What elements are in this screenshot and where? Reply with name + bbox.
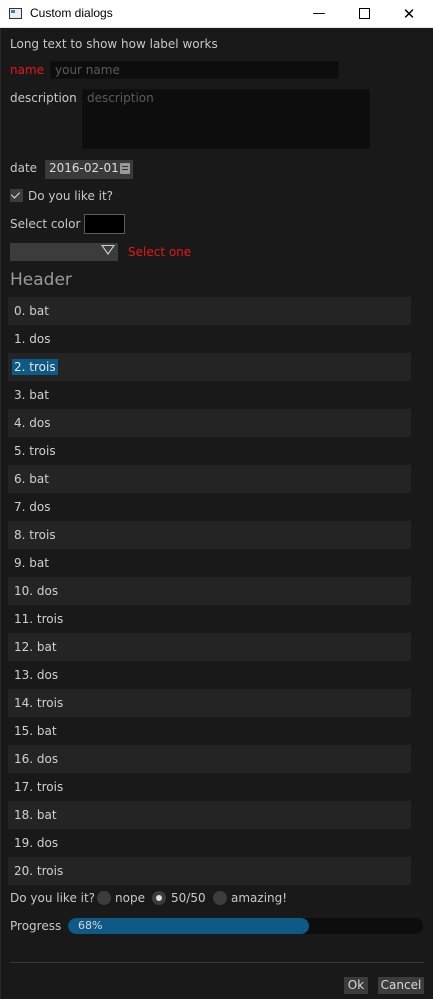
select-combo[interactable] [10,243,118,261]
list-item[interactable]: 11. trois [8,605,411,633]
list-item-label: 17. trois [14,780,64,794]
name-input[interactable] [50,61,339,79]
radio-5050[interactable] [152,891,166,905]
app-window-icon [9,8,22,19]
list-item[interactable]: 14. trois [8,689,411,717]
list-item-label: 1. dos [14,332,51,346]
list-item[interactable]: 6. bat [8,465,411,493]
radio-nope-label[interactable]: nope [115,891,145,905]
list-item-label: 7. dos [14,500,51,514]
list-item-label: 10. dos [14,584,59,598]
radio-amazing[interactable] [213,891,227,905]
progress-fill: 68% [68,918,310,934]
dialog-content: Long text to show how label works name d… [0,29,433,999]
radio-amazing-label[interactable]: amazing! [231,891,287,905]
list-item[interactable]: 3. bat [8,381,411,409]
cancel-button[interactable]: Cancel [378,977,424,994]
list-item[interactable]: 9. bat [8,549,411,577]
date-value: 2016-02-01 [49,161,119,175]
color-swatch[interactable] [84,214,125,234]
description-textarea[interactable] [82,89,370,149]
window-title: Custom dialogs [30,6,113,20]
select-color-label: Select color [10,217,81,231]
chevron-down-icon [101,245,115,255]
list-item[interactable]: 4. dos [8,409,411,437]
divider [10,962,424,963]
date-label: date [10,161,38,175]
list-item-label: 9. bat [14,556,49,570]
list-item[interactable]: 17. trois [8,773,411,801]
maximize-button[interactable] [341,0,387,28]
date-picker[interactable]: 2016-02-01 [45,160,133,179]
list-item-label: 16. dos [14,752,59,766]
list-item[interactable]: 5. trois [8,437,411,465]
list-item-label: 13. dos [14,668,59,682]
list-item-label: 2. trois [12,359,58,375]
progress-text: 68% [78,919,103,932]
list-item-label: 6. bat [14,472,49,486]
radio-nope[interactable] [97,891,111,905]
calendar-icon[interactable] [120,163,130,174]
list-item[interactable]: 13. dos [8,661,411,689]
list-item[interactable]: 0. bat [8,297,411,325]
list-item-label: 3. bat [14,388,49,402]
item-list: 0. bat 1. dos 2. trois 3. bat 4. dos 5. trois… [8,297,411,885]
list-item[interactable]: 10. dos [8,577,411,605]
title-bar: Custom dialogs — ✕ [0,0,433,28]
list-item[interactable]: 8. trois [8,521,411,549]
progress-bar: 68% [68,918,423,934]
list-header: Header [10,270,72,290]
list-item[interactable]: 7. dos [8,493,411,521]
name-label: name [10,63,45,77]
close-button[interactable]: ✕ [386,0,432,28]
list-item-label: 4. dos [14,416,51,430]
list-item[interactable]: 16. dos [8,745,411,773]
list-item[interactable]: 20. trois [8,857,411,885]
list-item-label: 14. trois [14,696,64,710]
list-item-label: 19. dos [14,836,59,850]
progress-label: Progress [10,919,62,933]
radio-group-label: Do you like it? [10,891,96,905]
list-item-label: 12. bat [14,640,57,654]
list-item-label: 11. trois [14,612,64,626]
list-item[interactable]: 2. trois [8,353,411,381]
list-item-label: 15. bat [14,724,57,738]
list-item-label: 0. bat [14,304,49,318]
list-item[interactable]: 12. bat [8,633,411,661]
ok-button[interactable]: Ok [344,977,368,994]
list-item-label: 20. trois [14,864,64,878]
list-item-label: 8. trois [14,528,56,542]
minimize-button[interactable]: — [296,0,342,28]
list-item[interactable]: 1. dos [8,325,411,353]
list-item[interactable]: 19. dos [8,829,411,857]
list-item-label: 5. trois [14,444,56,458]
like-checkbox-label[interactable]: Do you like it? [28,189,113,203]
list-item-label: 18. bat [14,808,57,822]
select-one-hint: Select one [128,245,192,259]
radio-5050-label[interactable]: 50/50 [171,891,206,905]
long-text-label: Long text to show how label works [10,37,218,51]
like-checkbox[interactable] [10,189,23,202]
description-label: description [10,91,77,105]
list-item[interactable]: 15. bat [8,717,411,745]
list-item[interactable]: 18. bat [8,801,411,829]
maximize-icon [358,7,370,19]
